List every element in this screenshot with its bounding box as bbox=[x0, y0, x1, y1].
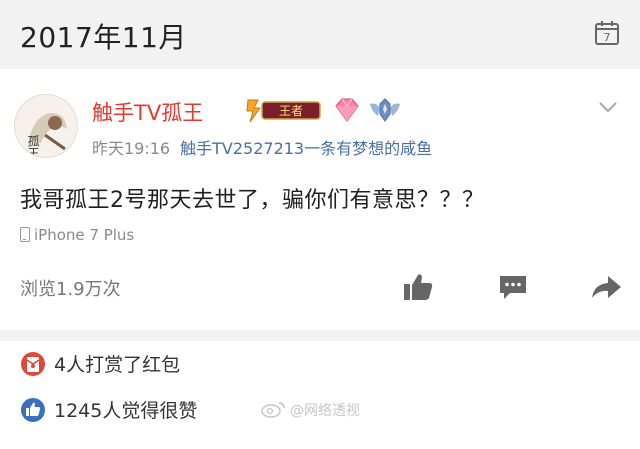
post-stats: 4人打赏了红包 1245人觉得很赞 @网络透视 bbox=[0, 341, 640, 449]
calendar-icon[interactable]: 7 bbox=[594, 20, 620, 46]
weibo-logo-icon bbox=[261, 402, 285, 418]
user-badges: 王者 bbox=[244, 95, 404, 125]
section-divider bbox=[0, 330, 640, 341]
like-badge-icon bbox=[21, 398, 45, 422]
thumbs-up-icon[interactable] bbox=[402, 272, 434, 302]
reward-text: 4人打赏了红包 bbox=[54, 354, 181, 376]
month-title: 2017年11月 bbox=[20, 21, 187, 54]
wing-badge[interactable] bbox=[368, 96, 402, 124]
diamond-badge[interactable] bbox=[332, 97, 362, 123]
avatar-art: 孤王 bbox=[16, 96, 77, 158]
post-meta: 昨天19:16 触手TV2527213一条有梦想的咸鱼 bbox=[92, 135, 432, 159]
king-rank-badge[interactable]: 王者 bbox=[244, 97, 324, 123]
watermark-text: @网络透视 bbox=[290, 403, 360, 419]
share-arrow-icon[interactable] bbox=[590, 274, 622, 300]
post-text: 我哥孤王2号那天去世了，骗你们有意思？？？ bbox=[20, 188, 485, 213]
post-source[interactable]: 触手TV2527213一条有梦想的咸鱼 bbox=[180, 139, 432, 158]
likes-row[interactable]: 1245人觉得很赞 bbox=[20, 396, 197, 426]
phone-icon bbox=[20, 227, 30, 242]
reward-row[interactable]: 4人打赏了红包 bbox=[20, 350, 180, 380]
device-info: iPhone 7 Plus bbox=[20, 226, 134, 244]
avatar[interactable]: 孤王 bbox=[14, 94, 78, 158]
month-header: 2017年11月 7 bbox=[0, 0, 640, 69]
svg-text:孤王: 孤王 bbox=[26, 135, 40, 158]
comment-icon[interactable] bbox=[498, 273, 528, 301]
watermark: @网络透视 bbox=[260, 400, 360, 420]
svg-text:王者: 王者 bbox=[279, 104, 303, 118]
likes-text: 1245人觉得很赞 bbox=[54, 400, 198, 422]
chevron-down-icon[interactable] bbox=[597, 99, 619, 115]
author-name[interactable]: 触手TV孤王 bbox=[92, 97, 203, 127]
view-count: 浏览1.9万次 bbox=[20, 279, 121, 300]
svg-text:7: 7 bbox=[604, 31, 611, 44]
weibo-post-card: 孤王 触手TV孤王 王者 昨天19:16 触手TV2527213一条有梦想的咸鱼 … bbox=[0, 69, 640, 330]
device-name: iPhone 7 Plus bbox=[34, 226, 135, 244]
red-envelope-icon bbox=[21, 352, 45, 376]
post-time: 昨天19:16 bbox=[92, 139, 171, 158]
